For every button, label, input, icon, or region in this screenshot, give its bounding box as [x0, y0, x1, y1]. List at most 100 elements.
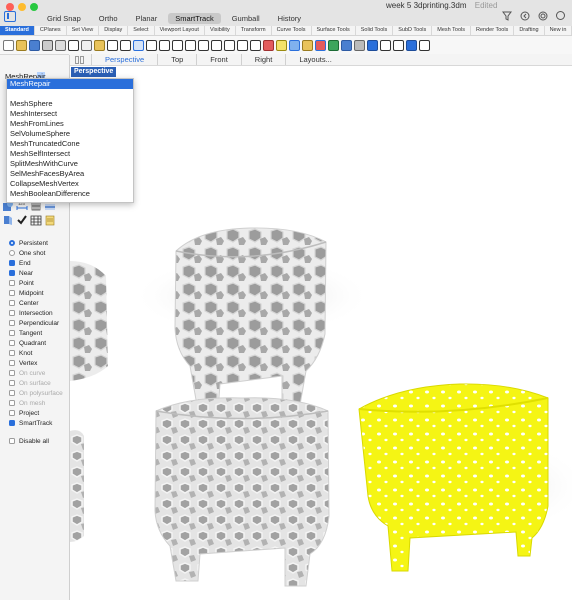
more-tools-icon[interactable] — [419, 39, 430, 51]
material-icon[interactable] — [328, 39, 339, 51]
osnap-intersection[interactable]: Intersection — [9, 308, 63, 318]
zoom-icon[interactable] — [146, 39, 157, 51]
viewport-icon[interactable] — [198, 39, 209, 51]
osnap-tangent[interactable]: Tangent — [9, 328, 63, 338]
osnap-near[interactable]: Near — [9, 268, 63, 278]
modeling-aid-grid-snap[interactable]: Grid Snap — [40, 13, 88, 24]
undo-icon[interactable] — [107, 39, 118, 51]
autocomplete-item[interactable]: MeshSphere — [7, 99, 133, 109]
pan-icon[interactable] — [120, 39, 131, 51]
toolbar-tab-standard[interactable]: Standard — [0, 26, 35, 35]
mesh-grid-icon[interactable] — [30, 214, 42, 226]
toolbar-tab-drafting[interactable]: Drafting — [514, 26, 545, 35]
cut-icon[interactable] — [68, 39, 79, 51]
autocomplete-item-highlighted[interactable]: MeshRepair — [7, 79, 133, 89]
toolbar-tab-subd-tools[interactable]: SubD Tools — [393, 26, 433, 35]
new-file-icon[interactable] — [3, 39, 14, 51]
viewport-title[interactable]: Perspective — [71, 67, 117, 77]
osnap-disable-all[interactable]: Disable all — [9, 436, 63, 446]
maximize-window-button[interactable] — [30, 3, 38, 11]
close-window-button[interactable] — [6, 3, 14, 11]
osnap-end[interactable]: End — [9, 258, 63, 268]
render-icon[interactable] — [367, 39, 378, 51]
options-icon[interactable] — [380, 39, 391, 51]
viewport-tab-top[interactable]: Top — [157, 54, 196, 65]
autocomplete-item[interactable]: SelMeshFacesByArea — [7, 169, 133, 179]
mesh-bracelet-top[interactable] — [174, 227, 327, 417]
rotate-view-icon[interactable] — [133, 39, 144, 51]
back-arrow-icon[interactable] — [519, 10, 530, 21]
target-icon[interactable] — [537, 10, 548, 21]
toolbar-tab-display[interactable]: Display — [99, 26, 129, 35]
point-icon[interactable] — [224, 39, 235, 51]
sidebar-toggle-icon[interactable] — [4, 11, 16, 22]
toolbar-tab-viewport-layout[interactable]: Viewport Layout — [155, 26, 205, 35]
osnap-checkbox[interactable] — [9, 340, 15, 346]
toolbar-tab-new-in[interactable]: New in — [545, 26, 572, 35]
perspective-viewport[interactable]: Perspective — [70, 66, 572, 600]
osnap-point[interactable]: Point — [9, 278, 63, 288]
toolbar-tab-surface-tools[interactable]: Surface Tools — [312, 26, 356, 35]
zoom-window-icon[interactable] — [159, 39, 170, 51]
filter-icon[interactable] — [501, 10, 512, 21]
filter-icon[interactable] — [393, 39, 404, 51]
move-icon[interactable] — [250, 39, 261, 51]
osnap-checkbox[interactable] — [9, 420, 15, 426]
toolbar-tab-transform[interactable]: Transform — [236, 26, 272, 35]
modeling-aid-planar[interactable]: Planar — [129, 13, 165, 24]
autocomplete-item[interactable]: SplitMeshWithCurve — [7, 159, 133, 169]
autocomplete-item[interactable]: MeshTruncatedCone — [7, 139, 133, 149]
osnap-checkbox[interactable] — [9, 320, 15, 326]
toolbar-tab-curve-tools[interactable]: Curve Tools — [272, 26, 312, 35]
mesh-bracelet-selected[interactable] — [358, 383, 549, 572]
color-wheel-icon[interactable] — [315, 39, 326, 51]
minimize-window-button[interactable] — [18, 3, 26, 11]
environment-icon[interactable] — [354, 39, 365, 51]
viewport-tab-right[interactable]: Right — [240, 54, 286, 65]
lock-icon[interactable] — [302, 39, 313, 51]
osnap-checkbox[interactable] — [9, 280, 15, 286]
modeling-aid-smarttrack[interactable]: SmartTrack — [168, 13, 221, 24]
osnap-checkbox[interactable] — [9, 310, 15, 316]
grid-icon[interactable] — [211, 39, 222, 51]
partial-bracelet-left[interactable] — [70, 261, 108, 542]
osnap-checkbox[interactable] — [9, 360, 15, 366]
osnap-knot[interactable]: Knot — [9, 348, 63, 358]
toolbar-tab-solid-tools[interactable]: Solid Tools — [356, 26, 394, 35]
modeling-aid-ortho[interactable]: Ortho — [92, 13, 125, 24]
book-icon[interactable] — [2, 214, 14, 226]
autocomplete-item[interactable]: MeshFromLines — [7, 119, 133, 129]
save-icon[interactable] — [29, 39, 40, 51]
osnap-mode-radio[interactable] — [9, 240, 15, 246]
osnap-midpoint[interactable]: Midpoint — [9, 288, 63, 298]
open-file-icon[interactable] — [16, 39, 27, 51]
modeling-aid-history[interactable]: History — [271, 13, 308, 24]
osnap-checkbox[interactable] — [9, 330, 15, 336]
render-sphere-icon[interactable] — [341, 39, 352, 51]
osnap-perpendicular[interactable]: Perpendicular — [9, 318, 63, 328]
toolbar-tab-mesh-tools[interactable]: Mesh Tools — [432, 26, 471, 35]
print-icon[interactable] — [42, 39, 53, 51]
properties-icon[interactable] — [44, 214, 56, 226]
osnap-center[interactable]: Center — [9, 298, 63, 308]
light-icon[interactable] — [276, 39, 287, 51]
select-icon[interactable] — [237, 39, 248, 51]
disable-all-checkbox[interactable] — [9, 438, 15, 444]
osnap-checkbox[interactable] — [9, 350, 15, 356]
toolbar-tab-visibility[interactable]: Visibility — [205, 26, 236, 35]
help-icon[interactable] — [406, 39, 417, 51]
osnap-quadrant[interactable]: Quadrant — [9, 338, 63, 348]
osnap-checkbox[interactable] — [9, 260, 15, 266]
toolbar-tab-set-view[interactable]: Set View — [67, 26, 100, 35]
viewport-tab-front[interactable]: Front — [196, 54, 241, 65]
viewport-tab-layouts[interactable]: Layouts... — [285, 54, 345, 65]
autocomplete-item[interactable]: MeshIntersect — [7, 109, 133, 119]
osnap-mode-one-shot[interactable]: One shot — [9, 248, 63, 258]
toolbar-tab-select[interactable]: Select — [128, 26, 155, 35]
viewport-tab-perspective[interactable]: Perspective — [91, 54, 157, 65]
toolbar-tab-cplanes[interactable]: CPlanes — [35, 26, 67, 35]
check-icon[interactable] — [16, 214, 28, 226]
autocomplete-item[interactable]: MeshBooleanDifference — [7, 189, 133, 199]
autocomplete-item[interactable]: CollapseMeshVertex — [7, 179, 133, 189]
copy-icon[interactable] — [81, 39, 92, 51]
